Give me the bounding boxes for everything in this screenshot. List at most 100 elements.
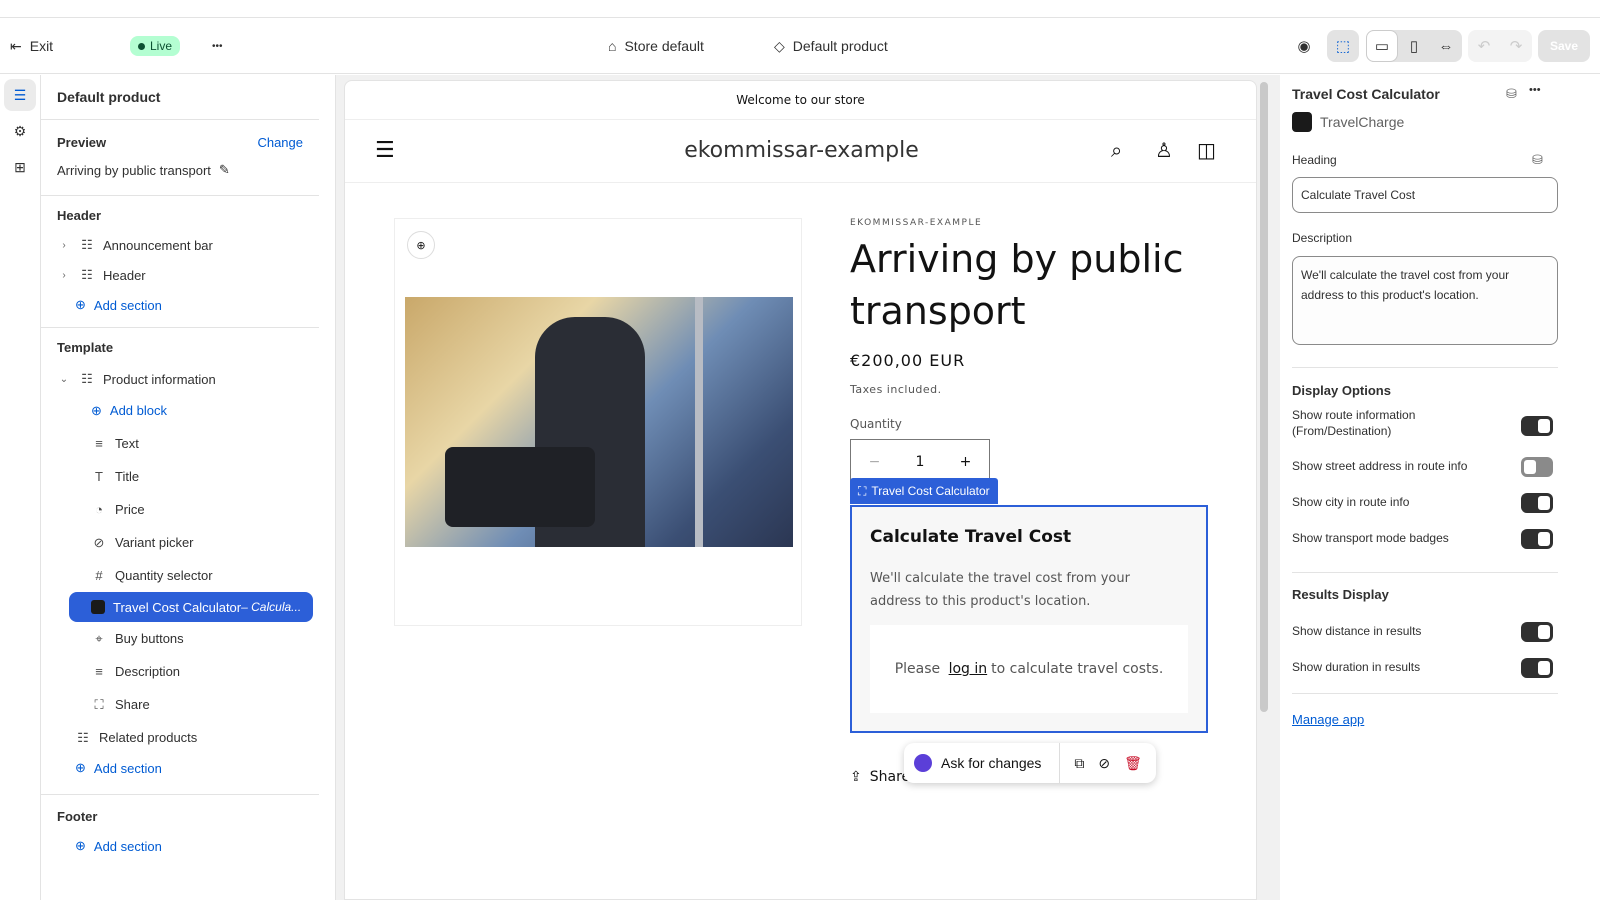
- save-button[interactable]: Save: [1538, 30, 1590, 62]
- plus-icon[interactable]: +: [960, 454, 972, 470]
- select-cursor-icon: ⬚: [1335, 38, 1351, 55]
- add-block-label: Add block: [109, 403, 167, 418]
- minus-icon[interactable]: −: [869, 454, 881, 470]
- block-title[interactable]: T Title: [57, 460, 303, 493]
- section-icon: ☷: [77, 729, 89, 745]
- section-label: Product information: [103, 371, 216, 387]
- account-icon[interactable]: ♙: [1155, 138, 1173, 162]
- add-section-template[interactable]: ⊕ Add section: [57, 754, 303, 782]
- footer-group-label: Footer: [57, 809, 98, 824]
- inspector-button[interactable]: ⬚: [1327, 30, 1359, 62]
- toggle-route-info[interactable]: [1521, 416, 1553, 436]
- block-variant-picker[interactable]: ⊘ Variant picker: [57, 526, 303, 559]
- page-title: Default product: [57, 89, 161, 105]
- apps-nav[interactable]: ⊞: [4, 151, 36, 183]
- sections-nav[interactable]: ☰: [4, 79, 36, 111]
- section-product-information[interactable]: ⌄ ☷ Product information: [57, 364, 303, 394]
- exit-icon: ⇤: [10, 37, 22, 54]
- fullwidth-view-button[interactable]: ⇔: [1430, 30, 1462, 62]
- block-quantity-selector[interactable]: # Quantity selector: [57, 559, 303, 592]
- toggle-distance[interactable]: [1521, 622, 1553, 642]
- section-related-products[interactable]: ☷ Related products: [57, 721, 303, 754]
- block-label: Price: [115, 502, 145, 517]
- duplicate-icon[interactable]: ⧉: [1074, 755, 1084, 772]
- desktop-view-button[interactable]: ▭: [1366, 30, 1398, 62]
- section-header[interactable]: › ☷ Header: [57, 260, 303, 290]
- product-title: Arriving by public transport: [850, 237, 1184, 333]
- option-label: Show transport mode badges: [1292, 531, 1449, 545]
- store-icon: ⌂: [608, 38, 617, 54]
- block-label: Text: [115, 436, 139, 451]
- zoom-icon[interactable]: ⊕: [407, 231, 435, 259]
- preview-product: Arriving by public transport: [57, 162, 211, 178]
- description-label: Description: [1292, 231, 1353, 245]
- block-share[interactable]: ⛶ Share: [57, 688, 303, 721]
- settings-nav[interactable]: ⚙: [4, 115, 36, 147]
- toggle-transport-badges[interactable]: [1521, 529, 1553, 549]
- more-icon[interactable]: •••: [1529, 84, 1541, 96]
- sidekick-button[interactable]: ◉: [1288, 30, 1320, 62]
- search-icon[interactable]: ⌕: [1111, 138, 1122, 162]
- chevron-right-icon: ›: [62, 269, 66, 281]
- mobile-view-button[interactable]: ▯: [1398, 30, 1430, 62]
- preview-scrollbar[interactable]: [1260, 82, 1268, 712]
- live-badge: Live: [130, 18, 181, 74]
- template-selector[interactable]: ◇ Default product: [774, 18, 888, 74]
- manage-app-link[interactable]: Manage app: [1292, 712, 1364, 727]
- undo-button[interactable]: ↶: [1468, 30, 1500, 62]
- add-section-footer[interactable]: ⊕ Add section: [57, 831, 319, 861]
- title-icon: T: [95, 469, 103, 484]
- more-icon: •••: [212, 40, 223, 52]
- delete-icon[interactable]: 🗑: [1124, 755, 1142, 772]
- description-textarea[interactable]: We'll calculate the travel cost from you…: [1292, 256, 1558, 345]
- add-section-header[interactable]: ⊕ Add section: [57, 290, 303, 320]
- block-label: Quantity selector: [115, 568, 213, 583]
- heading-input[interactable]: Calculate Travel Cost: [1292, 177, 1558, 213]
- more-button[interactable]: •••: [212, 18, 223, 74]
- database-icon[interactable]: ⛁: [1506, 86, 1517, 102]
- block-frame-icon: ⛶: [858, 483, 867, 498]
- taxes-note: Taxes included.: [850, 383, 942, 396]
- block-label: Title: [115, 469, 140, 484]
- template-label: Default product: [792, 38, 888, 54]
- app-attribution: TravelCharge: [1292, 112, 1404, 132]
- gear-icon: ⚙: [13, 122, 27, 139]
- pencil-icon[interactable]: ✎: [219, 162, 230, 178]
- block-buy-buttons[interactable]: ⌖ Buy buttons: [57, 622, 303, 655]
- change-link[interactable]: Change: [257, 135, 303, 150]
- add-block-button[interactable]: ⊕ Add block: [57, 394, 303, 427]
- template-group-label: Template: [57, 340, 114, 355]
- store-selector[interactable]: ⌂ Store default: [608, 18, 704, 74]
- toggle-duration[interactable]: [1521, 658, 1553, 678]
- section-announcement-bar[interactable]: › ☷ Announcement bar: [57, 230, 303, 260]
- toggle-street-address[interactable]: [1521, 457, 1553, 477]
- live-dot-icon: [138, 42, 145, 50]
- quantity-value[interactable]: 1: [916, 454, 925, 470]
- block-travel-cost-calculator[interactable]: Travel Cost Calculator – Calcula...: [69, 592, 313, 622]
- product-image: [405, 297, 793, 547]
- block-sublabel: – Calcula...: [241, 600, 302, 614]
- section-icon: ☷: [81, 267, 93, 282]
- redo-button[interactable]: ↷: [1500, 30, 1532, 62]
- block-price[interactable]: ◔ Price: [57, 493, 303, 526]
- block-description[interactable]: ≡ Description: [57, 655, 303, 688]
- login-link[interactable]: log in: [949, 661, 988, 677]
- login-prompt: Please log in to calculate travel costs.: [870, 625, 1188, 713]
- cart-icon[interactable]: ◫: [1197, 138, 1216, 162]
- block-text[interactable]: ≡ Text: [57, 427, 303, 460]
- block-toolbar: Ask for changes ⧉ ⊘ 🗑: [904, 743, 1156, 783]
- exit-button[interactable]: ⇤ Exit: [10, 18, 53, 74]
- announcement-bar: Welcome to our store: [345, 81, 1256, 120]
- dynamic-source-icon[interactable]: ⛁: [1532, 152, 1543, 168]
- block-label: Buy buttons: [115, 631, 184, 646]
- tag-icon: ◇: [774, 37, 785, 54]
- share-button[interactable]: ⇪ Share: [850, 769, 910, 785]
- hide-icon[interactable]: ⊘: [1098, 755, 1110, 772]
- add-section-label: Add section: [93, 760, 162, 776]
- app-name: TravelCharge: [1320, 114, 1405, 130]
- toggle-city[interactable]: [1521, 493, 1553, 513]
- ask-for-changes-button[interactable]: Ask for changes: [941, 755, 1041, 771]
- redo-icon: ↷: [1509, 38, 1523, 55]
- travel-cost-block[interactable]: Calculate Travel Cost We'll calculate th…: [850, 505, 1208, 733]
- share-icon: ⇪: [850, 769, 862, 785]
